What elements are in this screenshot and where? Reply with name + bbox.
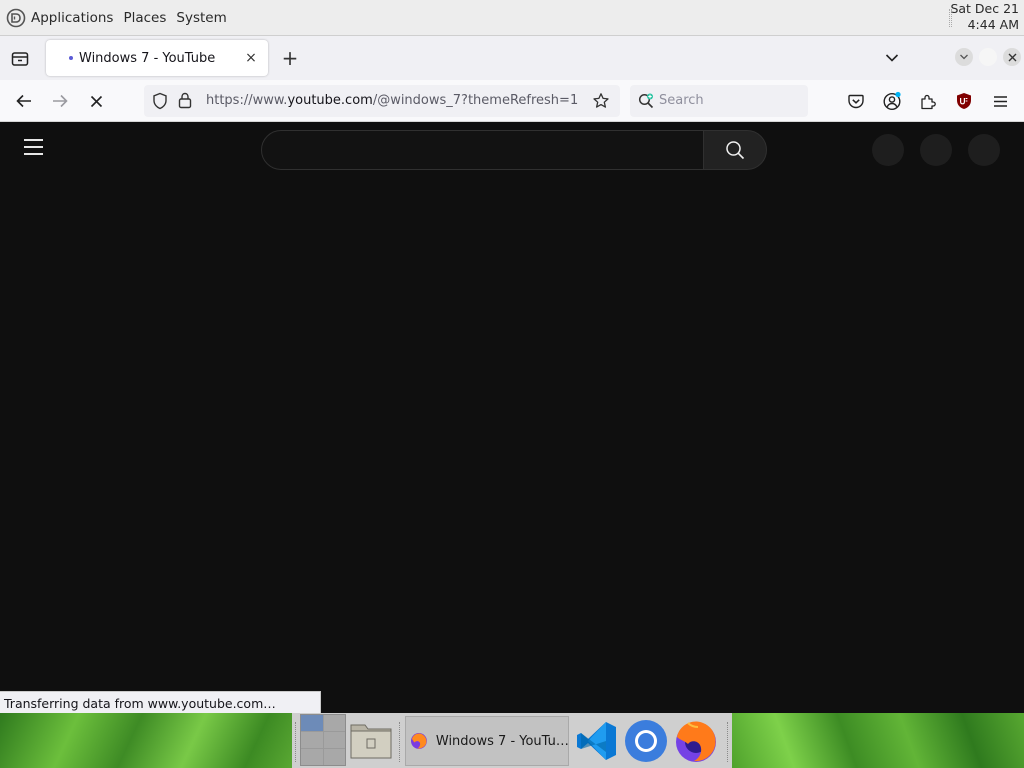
chromium-launcher[interactable] xyxy=(622,716,670,766)
url-text: https://www.youtube.com/@windows_7?theme… xyxy=(206,93,578,108)
vscode-launcher[interactable] xyxy=(573,716,621,766)
vscode-icon xyxy=(577,722,616,760)
url-bar[interactable]: https://www.youtube.com/@windows_7?theme… xyxy=(144,85,620,117)
list-all-tabs-button[interactable] xyxy=(880,46,904,70)
firefox-view-button[interactable] xyxy=(6,46,34,72)
window-minimize-button[interactable] xyxy=(955,48,973,66)
desktop-top-panel: Applications Places System Sat Dec 21 4:… xyxy=(0,0,1024,36)
clock-date: Sat Dec 21 xyxy=(950,1,1019,16)
menu-bar-line xyxy=(24,146,43,148)
tab-list-icon xyxy=(11,52,29,66)
menu-system[interactable]: System xyxy=(176,10,226,26)
menu-bar-line xyxy=(24,153,43,155)
stop-loading-icon xyxy=(90,95,102,107)
wallpaper-left xyxy=(0,713,292,768)
menu-bar-line xyxy=(24,139,43,141)
tracking-shield-icon[interactable] xyxy=(152,92,168,110)
youtube-page xyxy=(0,122,1024,713)
tab-title: Windows 7 - YouTube xyxy=(79,50,216,66)
app-menu-button[interactable] xyxy=(988,89,1012,113)
guide-menu-button[interactable] xyxy=(24,139,48,159)
hamburger-menu-icon xyxy=(993,95,1007,107)
search-icon xyxy=(726,141,745,160)
desktop-menu-bar: Applications Places System xyxy=(6,0,237,36)
arrow-right-icon xyxy=(53,94,68,108)
placeholder-circle-avatar[interactable] xyxy=(968,134,1000,166)
account-icon xyxy=(883,91,901,111)
placeholder-circle-create[interactable] xyxy=(872,134,904,166)
ublock-origin-button[interactable] xyxy=(952,89,976,113)
firefox-launcher[interactable] xyxy=(672,716,720,766)
stop-button[interactable] xyxy=(83,88,109,114)
chevron-down-icon xyxy=(885,54,899,62)
browser-tab-strip: Windows 7 - YouTube × xyxy=(0,36,1024,80)
chromium-icon xyxy=(625,720,667,762)
back-button[interactable] xyxy=(11,88,37,114)
youtube-search-button[interactable] xyxy=(703,130,767,170)
panel-clock[interactable]: Sat Dec 21 4:44 AM xyxy=(950,1,1019,33)
menu-applications[interactable]: Applications xyxy=(31,10,113,26)
clock-time: 4:44 AM xyxy=(967,17,1019,32)
extensions-button[interactable] xyxy=(916,89,940,113)
tab-close-button[interactable]: × xyxy=(240,47,262,69)
star-icon[interactable] xyxy=(592,92,610,110)
search-bar[interactable]: Search xyxy=(630,85,808,117)
placeholder-circle-notifications[interactable] xyxy=(920,134,952,166)
account-button[interactable] xyxy=(880,89,904,113)
new-tab-button[interactable]: + xyxy=(278,46,302,70)
puzzle-icon xyxy=(920,94,936,109)
ublock-origin-icon xyxy=(957,93,971,109)
pocket-button[interactable] xyxy=(844,89,868,113)
wallpaper-right xyxy=(732,713,1024,768)
tab-youtube[interactable]: Windows 7 - YouTube × xyxy=(46,40,268,76)
close-icon xyxy=(1008,53,1016,61)
firefox-small-icon xyxy=(410,733,427,749)
workspace-6[interactable] xyxy=(323,749,345,765)
panel-handle xyxy=(295,722,298,762)
forward-button[interactable] xyxy=(47,88,73,114)
workspace-2[interactable] xyxy=(323,715,345,731)
pocket-icon xyxy=(848,94,864,108)
youtube-search-input[interactable] xyxy=(261,130,704,170)
window-close-button[interactable] xyxy=(1003,48,1021,66)
workspace-4[interactable] xyxy=(323,732,345,748)
taskbar-window-label: Windows 7 - YouTu… xyxy=(435,733,568,749)
url-host: youtube.com xyxy=(287,93,373,108)
workspace-3[interactable] xyxy=(301,732,323,748)
menu-places[interactable]: Places xyxy=(123,10,166,26)
workspace-5[interactable] xyxy=(301,749,323,765)
workspace-switcher[interactable] xyxy=(300,714,346,766)
folder-icon[interactable] xyxy=(349,719,393,761)
taskbar-window-button[interactable]: Windows 7 - YouTu… xyxy=(405,716,569,766)
arrow-left-icon xyxy=(16,94,31,108)
workspace-1[interactable] xyxy=(301,715,323,731)
lock-icon[interactable] xyxy=(178,92,192,109)
status-panel: Transferring data from www.youtube.com… xyxy=(0,691,321,715)
browser-nav-bar: https://www.youtube.com/@windows_7?theme… xyxy=(0,80,1024,122)
url-path: /@windows_7?themeRefresh=1 xyxy=(372,93,579,108)
minimize-icon xyxy=(960,54,968,60)
tab-loading-dot xyxy=(69,56,73,60)
url-prefix: https://www. xyxy=(206,93,288,108)
search-placeholder: Search xyxy=(659,93,704,108)
search-engine-icon[interactable] xyxy=(638,93,654,109)
desktop-logo-icon[interactable] xyxy=(6,8,26,28)
panel-handle-right xyxy=(727,722,730,762)
panel-separator xyxy=(399,722,402,762)
window-maximize-button[interactable] xyxy=(979,48,997,66)
firefox-icon xyxy=(676,721,716,762)
